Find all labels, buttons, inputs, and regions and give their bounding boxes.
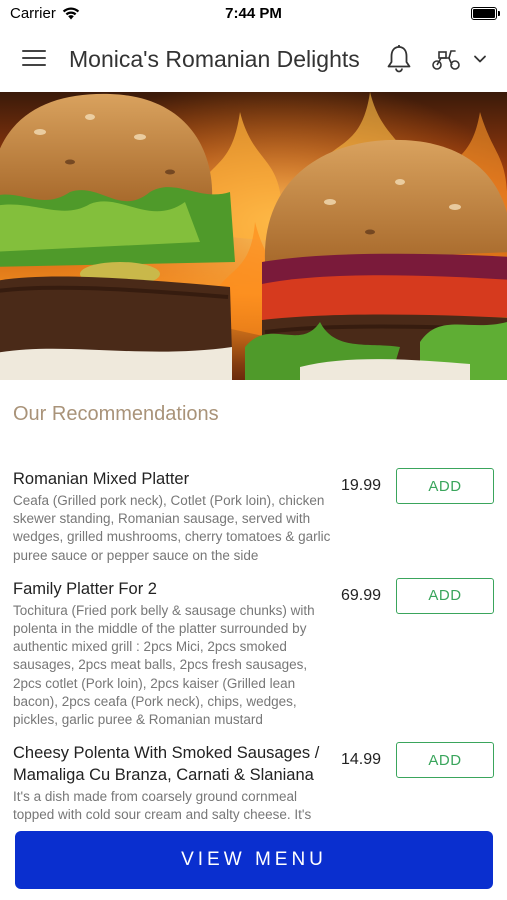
status-bar: Carrier 7:44 PM xyxy=(0,0,507,26)
list-item: Family Platter For 2 Tochitura (Fried po… xyxy=(0,577,507,729)
add-button[interactable]: ADD xyxy=(396,468,494,504)
list-item: Romanian Mixed Platter Ceafa (Grilled po… xyxy=(0,468,507,565)
burgers-illustration xyxy=(0,92,507,380)
add-button[interactable]: ADD xyxy=(396,742,494,779)
item-price: 14.99 xyxy=(341,751,382,769)
status-time: 7:44 PM xyxy=(225,5,282,22)
nav-bar: Monica's Romanian Delights xyxy=(0,26,507,92)
scooter-icon[interactable] xyxy=(431,46,461,72)
item-price: 69.99 xyxy=(341,586,382,604)
item-name: Cheesy Polenta With Smoked Sausages / Ma… xyxy=(13,744,320,785)
item-name: Family Platter For 2 xyxy=(13,579,157,598)
item-name: Romanian Mixed Platter xyxy=(13,470,190,488)
add-button[interactable]: ADD xyxy=(396,577,494,614)
app-title: Monica's Romanian Delights xyxy=(69,46,360,72)
item-description: It's a dish made from coarsely ground co… xyxy=(13,789,312,823)
item-description: Ceafa (Grilled pork neck), Cotlet (Pork … xyxy=(13,493,331,563)
menu-icon[interactable] xyxy=(22,50,46,68)
chevron-down-icon[interactable] xyxy=(472,52,488,66)
menu-list[interactable]: Romanian Mixed Platter Ceafa (Grilled po… xyxy=(0,468,507,824)
battery-icon xyxy=(471,7,500,20)
view-menu-button[interactable]: VIEW MENU xyxy=(15,831,493,889)
section-title: Our Recommendations xyxy=(13,403,219,425)
list-item: Cheesy Polenta With Smoked Sausages / Ma… xyxy=(0,742,507,824)
item-price: 19.99 xyxy=(341,477,382,494)
hero-image xyxy=(0,92,507,380)
bell-icon[interactable] xyxy=(385,44,413,74)
item-description: Tochitura (Fried pork belly & sausage ch… xyxy=(13,602,315,728)
